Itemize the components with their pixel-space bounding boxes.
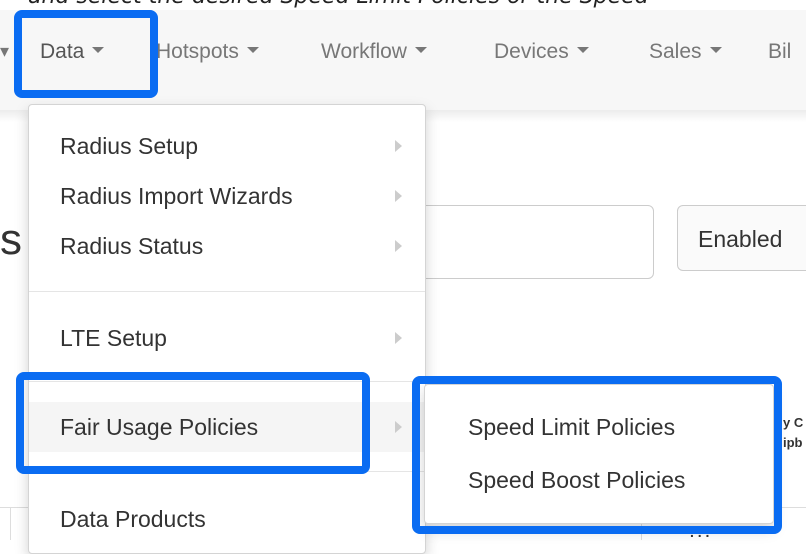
menu-divider (29, 471, 425, 472)
data-dropdown-menu: Radius Setup Radius Import Wizards Radiu… (28, 104, 426, 554)
caret-down-icon (246, 47, 259, 54)
table-cell: . . . (690, 524, 710, 540)
nav-item-label: Bil (768, 40, 792, 63)
chevron-right-icon (395, 332, 402, 344)
menu-item-radius-setup[interactable]: Radius Setup (29, 121, 425, 171)
menu-item-label: LTE Setup (60, 325, 167, 351)
nav-item-sales[interactable]: Sales (649, 39, 722, 65)
menu-item-data-products[interactable]: Data Products (29, 494, 425, 544)
status-filter-select[interactable]: Enabled (677, 205, 806, 271)
menu-item-label: Radius Setup (60, 133, 199, 159)
instruction-caption: and select the desired Speed Limit Polic… (28, 0, 806, 8)
menu-item-fair-usage-policies[interactable]: Fair Usage Policies (29, 402, 425, 452)
submenu-item-label: Speed Boost Policies (468, 467, 686, 493)
table-column-header: y C ipb (783, 413, 806, 453)
menu-item-label: Radius Status (60, 233, 204, 259)
chevron-right-icon (395, 240, 402, 252)
menu-item-radius-status[interactable]: Radius Status (29, 221, 425, 271)
nav-item-hotspots[interactable]: Hotspots (156, 39, 259, 65)
table-column-divider (10, 507, 11, 540)
nav-item-billing[interactable]: Bil (768, 39, 791, 65)
caret-down-icon (709, 47, 722, 54)
nav-item-devices[interactable]: Devices (494, 39, 589, 65)
submenu-item-speed-limit-policies[interactable]: Speed Limit Policies (425, 402, 773, 452)
chevron-right-icon (395, 190, 402, 202)
menu-item-label: Data Products (60, 506, 206, 532)
search-input[interactable] (398, 205, 654, 279)
nav-item-label: Workflow (321, 40, 407, 63)
menu-divider (29, 291, 425, 292)
chevron-right-icon (395, 421, 402, 433)
submenu-item-speed-boost-policies[interactable]: Speed Boost Policies (425, 455, 773, 505)
nav-overflow-caret-icon: ▾ (0, 41, 10, 61)
submenu-item-label: Speed Limit Policies (468, 414, 676, 440)
nav-item-data[interactable]: Data (40, 39, 105, 65)
menu-item-lte-setup[interactable]: LTE Setup (29, 313, 425, 363)
table-column-header-line: ipb (783, 435, 803, 450)
caret-down-icon (414, 47, 427, 54)
table-column-header-line: y C (783, 415, 804, 430)
nav-item-workflow[interactable]: Workflow (321, 39, 427, 65)
menu-divider (29, 381, 425, 382)
menu-item-label: Radius Import Wizards (60, 183, 293, 209)
chevron-right-icon (395, 140, 402, 152)
menu-item-radius-import-wizards[interactable]: Radius Import Wizards (29, 171, 425, 221)
caret-down-icon (92, 47, 105, 54)
nav-item-label: Data (40, 40, 85, 63)
nav-item-label: Sales (649, 40, 702, 63)
menu-item-label: Fair Usage Policies (60, 414, 259, 440)
nav-item-label: Devices (494, 40, 569, 63)
caret-down-icon (576, 47, 589, 54)
fair-usage-submenu: Speed Limit Policies Speed Boost Policie… (424, 384, 774, 524)
nav-item-label: Hotspots (156, 40, 239, 63)
page-title: s (0, 215, 22, 264)
